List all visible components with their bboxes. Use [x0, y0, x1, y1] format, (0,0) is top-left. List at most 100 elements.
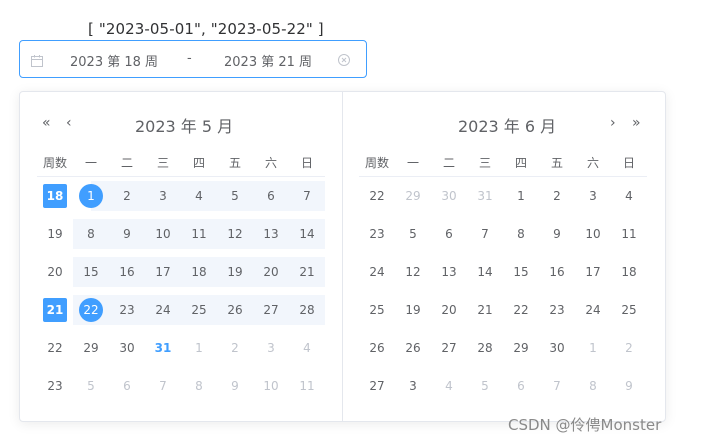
week-number-cell[interactable]: 25 — [359, 291, 395, 329]
day-cell[interactable]: 7 — [539, 367, 575, 405]
day-cell[interactable]: 1 — [73, 177, 109, 216]
calendar-week-row[interactable]: 20 15 16 17 18 19 20 21 — [37, 253, 325, 291]
day-cell[interactable]: 8 — [181, 367, 217, 405]
week-number-cell[interactable]: 23 — [37, 367, 73, 405]
day-cell[interactable]: 4 — [181, 177, 217, 216]
week-number-cell[interactable]: 26 — [359, 329, 395, 367]
day-cell[interactable]: 2 — [611, 329, 647, 367]
day-cell[interactable]: 1 — [503, 177, 539, 216]
day-cell[interactable]: 13 — [431, 253, 467, 291]
calendar-week-row[interactable]: 23 5 6 7 8 9 10 11 — [359, 215, 647, 253]
calendar-week-row[interactable]: 23 5 6 7 8 9 10 11 — [37, 367, 325, 405]
calendar-week-row[interactable]: 22 29 30 31 1 2 3 4 — [359, 177, 647, 216]
day-cell[interactable]: 18 — [611, 253, 647, 291]
day-cell[interactable]: 25 — [611, 291, 647, 329]
day-cell[interactable]: 6 — [109, 367, 145, 405]
day-cell[interactable]: 1 — [575, 329, 611, 367]
day-cell[interactable]: 6 — [431, 215, 467, 253]
prev-year-button[interactable]: « — [42, 116, 51, 130]
day-cell[interactable]: 24 — [575, 291, 611, 329]
day-cell[interactable]: 2 — [109, 177, 145, 216]
day-cell[interactable]: 4 — [289, 329, 325, 367]
day-cell[interactable]: 5 — [217, 177, 253, 216]
day-cell[interactable]: 28 — [289, 291, 325, 329]
day-cell[interactable]: 3 — [253, 329, 289, 367]
day-cell[interactable]: 19 — [217, 253, 253, 291]
day-cell[interactable]: 25 — [181, 291, 217, 329]
prev-month-button[interactable]: ‹ — [66, 116, 72, 130]
day-cell[interactable]: 27 — [431, 329, 467, 367]
calendar-week-row[interactable]: 25 19 20 21 22 23 24 25 — [359, 291, 647, 329]
day-cell[interactable]: 23 — [539, 291, 575, 329]
day-cell[interactable]: 26 — [217, 291, 253, 329]
day-cell[interactable]: 6 — [503, 367, 539, 405]
day-cell[interactable]: 20 — [431, 291, 467, 329]
day-cell[interactable]: 11 — [181, 215, 217, 253]
day-cell[interactable]: 22 — [503, 291, 539, 329]
day-cell[interactable]: 11 — [611, 215, 647, 253]
day-cell[interactable]: 19 — [395, 291, 431, 329]
day-cell[interactable]: 10 — [145, 215, 181, 253]
calendar-week-row[interactable]: 24 12 13 14 15 16 17 18 — [359, 253, 647, 291]
day-cell[interactable]: 29 — [395, 177, 431, 216]
day-cell[interactable]: 11 — [289, 367, 325, 405]
day-cell[interactable]: 24 — [145, 291, 181, 329]
day-cell[interactable]: 3 — [145, 177, 181, 216]
day-cell[interactable]: 30 — [109, 329, 145, 367]
day-cell[interactable]: 15 — [503, 253, 539, 291]
day-cell[interactable]: 20 — [253, 253, 289, 291]
day-cell[interactable]: 5 — [73, 367, 109, 405]
day-cell[interactable]: 30 — [539, 329, 575, 367]
day-cell[interactable]: 4 — [431, 367, 467, 405]
week-number-cell[interactable]: 22 — [37, 329, 73, 367]
day-cell[interactable]: 21 — [467, 291, 503, 329]
day-cell[interactable]: 7 — [289, 177, 325, 216]
day-cell[interactable]: 14 — [289, 215, 325, 253]
day-cell[interactable]: 31 — [467, 177, 503, 216]
week-number-cell[interactable]: 21 — [37, 291, 73, 329]
day-cell[interactable]: 1 — [181, 329, 217, 367]
day-cell[interactable]: 3 — [395, 367, 431, 405]
day-cell[interactable]: 9 — [611, 367, 647, 405]
circle-close-icon[interactable] — [337, 52, 351, 66]
day-cell[interactable]: 28 — [467, 329, 503, 367]
week-number-cell[interactable]: 27 — [359, 367, 395, 405]
next-month-button[interactable]: › — [610, 116, 616, 130]
day-cell[interactable]: 2 — [217, 329, 253, 367]
calendar-week-row[interactable]: 21 22 23 24 25 26 27 28 — [37, 291, 325, 329]
day-cell[interactable]: 9 — [217, 367, 253, 405]
week-number-cell[interactable]: 24 — [359, 253, 395, 291]
day-cell[interactable]: 5 — [395, 215, 431, 253]
day-cell[interactable]: 21 — [289, 253, 325, 291]
day-cell[interactable]: 4 — [611, 177, 647, 216]
day-cell[interactable]: 29 — [503, 329, 539, 367]
week-number-cell[interactable]: 18 — [37, 177, 73, 216]
day-cell[interactable]: 16 — [539, 253, 575, 291]
day-cell[interactable]: 26 — [395, 329, 431, 367]
day-cell[interactable]: 6 — [253, 177, 289, 216]
week-number-cell[interactable]: 20 — [37, 253, 73, 291]
day-cell[interactable]: 12 — [217, 215, 253, 253]
week-number-cell[interactable]: 19 — [37, 215, 73, 253]
day-cell[interactable]: 7 — [145, 367, 181, 405]
next-year-button[interactable]: » — [632, 116, 641, 130]
day-cell[interactable]: 8 — [73, 215, 109, 253]
day-cell[interactable]: 18 — [181, 253, 217, 291]
range-end-input[interactable]: 2023 第 21 周 — [224, 51, 312, 70]
day-cell[interactable]: 29 — [73, 329, 109, 367]
calendar-week-row[interactable]: 18 1 2 3 4 5 6 7 — [37, 177, 325, 216]
week-number-cell[interactable]: 22 — [359, 177, 395, 216]
day-cell[interactable]: 14 — [467, 253, 503, 291]
calendar-week-row[interactable]: 26 26 27 28 29 30 1 2 — [359, 329, 647, 367]
day-cell[interactable]: 17 — [145, 253, 181, 291]
day-cell[interactable]: 23 — [109, 291, 145, 329]
calendar-week-row[interactable]: 22 29 30 31 1 2 3 4 — [37, 329, 325, 367]
day-cell[interactable]: 30 — [431, 177, 467, 216]
day-cell[interactable]: 8 — [575, 367, 611, 405]
day-cell[interactable]: 31 — [145, 329, 181, 367]
day-cell[interactable]: 7 — [467, 215, 503, 253]
day-cell[interactable]: 5 — [467, 367, 503, 405]
range-start-input[interactable]: 2023 第 18 周 — [70, 51, 158, 70]
calendar-week-row[interactable]: 27 3 4 5 6 7 8 9 — [359, 367, 647, 405]
day-cell[interactable]: 3 — [575, 177, 611, 216]
